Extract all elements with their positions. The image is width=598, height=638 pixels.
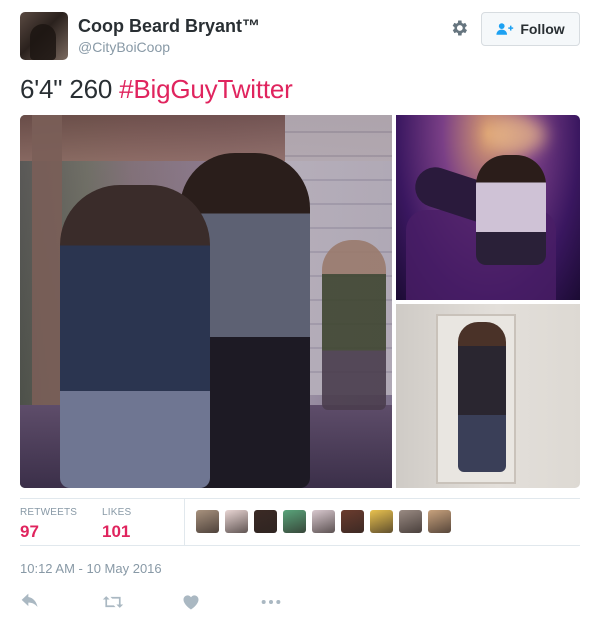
more-icon[interactable] (260, 592, 282, 612)
avatar[interactable] (20, 12, 68, 60)
tweet-body: 6'4" 260 (20, 74, 113, 104)
timestamp[interactable]: 10:12 AM - 10 May 2016 (20, 561, 162, 576)
liker-avatar[interactable] (312, 510, 335, 533)
tweet-actions (20, 592, 320, 612)
liker-avatar[interactable] (428, 510, 451, 533)
tweet-header: Coop Beard Bryant™ @CityBoiCoop Follow (20, 12, 580, 62)
liker-avatar[interactable] (225, 510, 248, 533)
likes-label: LIKES (102, 507, 132, 518)
liker-avatar[interactable] (254, 510, 277, 533)
hashtag-link[interactable]: #BigGuyTwitter (119, 74, 293, 104)
follow-button[interactable]: Follow (481, 12, 580, 46)
photo-main[interactable] (20, 115, 392, 488)
media-grid (20, 115, 580, 488)
follow-label: Follow (520, 21, 565, 37)
display-name[interactable]: Coop Beard Bryant™ (78, 16, 260, 37)
retweets-stat[interactable]: RETWEETS 97 (20, 507, 77, 542)
liker-avatar[interactable] (370, 510, 393, 533)
photo-top-right[interactable] (396, 115, 580, 300)
liker-avatar[interactable] (341, 510, 364, 533)
add-user-icon (496, 23, 514, 35)
stats-divider (184, 499, 185, 545)
tweet-text: 6'4" 260 #BigGuyTwitter (20, 74, 293, 105)
screen-name[interactable]: @CityBoiCoop (78, 39, 170, 55)
gear-icon[interactable] (449, 18, 469, 38)
liker-avatar[interactable] (399, 510, 422, 533)
reply-icon[interactable] (20, 592, 40, 612)
likes-stat[interactable]: LIKES 101 (102, 507, 131, 542)
likers-avatars (196, 510, 451, 533)
retweets-label: RETWEETS (20, 507, 78, 518)
liker-avatar[interactable] (196, 510, 219, 533)
tweet-stats: RETWEETS 97 LIKES 101 (20, 498, 580, 546)
photo-bottom-right[interactable] (396, 304, 580, 488)
liker-avatar[interactable] (283, 510, 306, 533)
retweet-icon[interactable] (102, 592, 124, 612)
retweets-count: 97 (20, 522, 39, 541)
likes-count: 101 (102, 522, 131, 541)
like-icon[interactable] (182, 592, 200, 612)
